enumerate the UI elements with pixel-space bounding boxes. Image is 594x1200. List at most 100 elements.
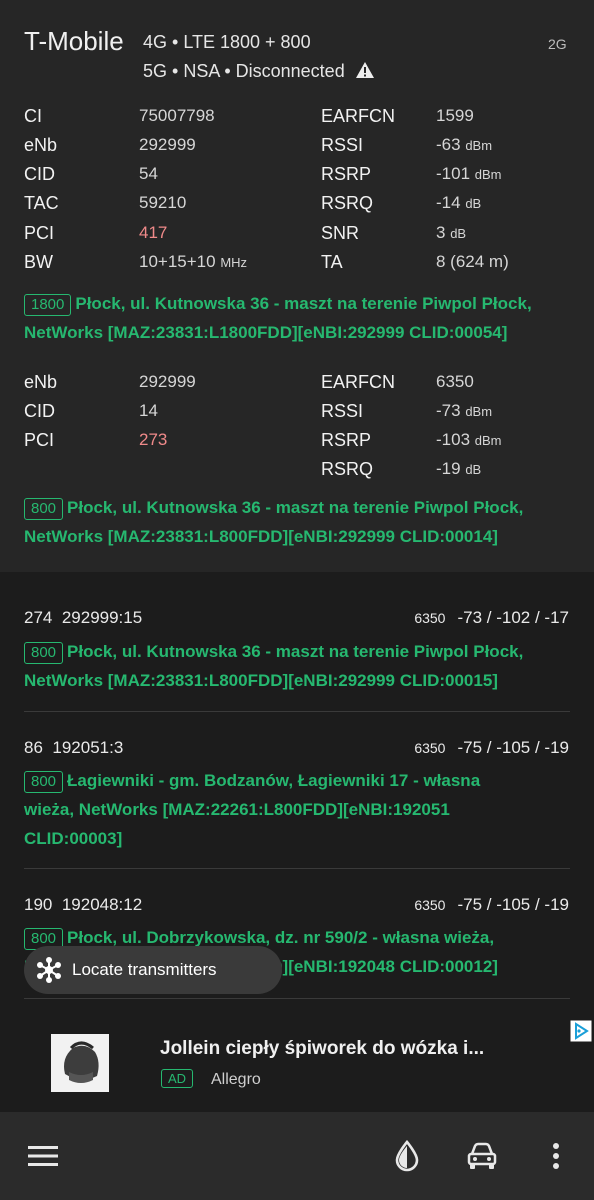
neighbor-signal: 6350 -75 / -105 / -19 bbox=[414, 895, 569, 915]
neighbor-location: 800 Łagiewniki - gm. Bodzanów, Łagiewniki… bbox=[24, 766, 580, 853]
cell1-value-enb: 292999 bbox=[139, 135, 196, 154]
cell2-label-rsrq: RSRQ bbox=[321, 459, 374, 479]
cell1-label-rsrp: RSRP bbox=[321, 164, 372, 184]
cell1-value-tac: 59210 bbox=[139, 193, 187, 212]
cell1-location-text1: Płock, ul. Kutnowska 36 - maszt na teren… bbox=[75, 294, 532, 313]
ad-product-image bbox=[51, 1034, 109, 1092]
cell2-label-earfcn: EARFCN bbox=[321, 372, 396, 392]
cell2-label-cid: CID bbox=[24, 401, 55, 421]
warning-icon bbox=[355, 61, 375, 84]
cell1-value-bw: 10+15+10 MHz bbox=[139, 252, 247, 272]
cell2-location[interactable]: 800 Płock, ul. Kutnowska 36 - maszt na te… bbox=[24, 493, 580, 551]
neighbor-signal: 6350 -75 / -105 / -19 bbox=[414, 738, 569, 758]
cell1-label-pci: PCI bbox=[24, 223, 55, 243]
neighbor-location-line2: wieża, NetWorks [MAZ:22261:L800FDD][eNBI… bbox=[24, 800, 450, 819]
neighbor-cell-id: 192048:12 bbox=[61, 895, 143, 914]
neighbor-signal-values: -75 / -105 / -19 bbox=[457, 895, 569, 914]
cell1-location-line1: 1800 Płock, ul. Kutnowska 36 - maszt na t… bbox=[24, 289, 580, 318]
neighbor-id: 274 292999:15 bbox=[24, 608, 142, 628]
snr-unit: dB bbox=[450, 226, 467, 241]
neighbor-cell-id: 292999:15 bbox=[61, 608, 143, 627]
rsrq-value: -19 bbox=[436, 459, 461, 478]
cell1-label-tac: TAC bbox=[24, 193, 59, 213]
divider bbox=[24, 711, 570, 712]
cell1-value-ta: 8 (624 m) bbox=[436, 252, 509, 271]
transmitters-icon bbox=[36, 957, 62, 983]
bw-value: 10+15+10 bbox=[139, 252, 216, 271]
adchoices-icon[interactable] bbox=[570, 1020, 592, 1042]
car-icon[interactable] bbox=[466, 1142, 498, 1175]
cell1-value-snr: 3 dB bbox=[436, 223, 466, 243]
cell2-location-line2: NetWorks [MAZ:23831:L800FDD][eNBI:292999… bbox=[24, 527, 498, 546]
divider bbox=[24, 868, 570, 869]
rssi-unit: dBm bbox=[465, 404, 493, 419]
cell1-label-ci: CI bbox=[24, 106, 42, 126]
drop-icon[interactable] bbox=[394, 1139, 420, 1177]
cell1-label-rssi: RSSI bbox=[321, 135, 364, 155]
divider bbox=[24, 998, 570, 999]
rssi-value: -73 bbox=[436, 401, 461, 420]
menu-icon[interactable] bbox=[28, 1144, 58, 1173]
nr-status: 5G • NSA • Disconnected bbox=[143, 61, 345, 81]
cell2-label-enb: eNb bbox=[24, 372, 58, 392]
rssi-value: -63 bbox=[436, 135, 461, 154]
neighbor-earfcn: 6350 bbox=[414, 897, 446, 913]
more-vert-icon[interactable] bbox=[551, 1142, 561, 1175]
neighbor-signal-values: -75 / -105 / -19 bbox=[457, 738, 569, 757]
cell1-label-ta: TA bbox=[321, 252, 343, 272]
cell1-value-ci: 75007798 bbox=[139, 106, 215, 125]
locate-transmitters-button[interactable]: Locate transmitters bbox=[24, 946, 282, 994]
neighbor-location-line1: 800 Łagiewniki - gm. Bodzanów, Łagiewniki… bbox=[24, 766, 580, 795]
cell1-label-rsrq: RSRQ bbox=[321, 193, 374, 213]
cell2-value-cid: 14 bbox=[139, 401, 158, 420]
cell1-value-cid: 54 bbox=[139, 164, 158, 183]
neighbor-pci: 190 bbox=[24, 895, 53, 914]
cell2-label-rssi: RSSI bbox=[321, 401, 364, 421]
band-badge: 800 bbox=[24, 771, 64, 793]
rssi-unit: dBm bbox=[465, 138, 493, 153]
neighbor-earfcn: 6350 bbox=[414, 740, 446, 756]
neighbor-location-text1: Płock, ul. Kutnowska 36 - maszt na teren… bbox=[67, 642, 524, 661]
serving-cell-panel: T-Mobile 4G • LTE 1800 + 800 5G • NSA • … bbox=[0, 0, 594, 572]
neighbor-cell-id: 192051:3 bbox=[52, 738, 124, 757]
cell2-value-rssi: -73 dBm bbox=[436, 401, 492, 421]
cell2-value-rsrq: -19 dB bbox=[436, 459, 481, 479]
cell1-location-line2: NetWorks [MAZ:23831:L1800FDD][eNBI:29299… bbox=[24, 323, 508, 342]
rsrq-unit: dB bbox=[465, 196, 482, 211]
cell1-label-snr: SNR bbox=[321, 223, 360, 243]
ad-title: Jollein ciepły śpiworek do wózka i... bbox=[160, 1038, 485, 1059]
cell2-location-line1: 800 Płock, ul. Kutnowska 36 - maszt na te… bbox=[24, 493, 580, 522]
cell1-value-earfcn: 1599 bbox=[436, 106, 474, 125]
rsrp-value: -103 bbox=[436, 430, 471, 449]
network-2g-tag: 2G bbox=[548, 36, 567, 52]
rsrp-unit: dBm bbox=[474, 433, 502, 448]
cell2-label-rsrp: RSRP bbox=[321, 430, 372, 450]
band-badge: 800 bbox=[24, 642, 64, 664]
cell1-location[interactable]: 1800 Płock, ul. Kutnowska 36 - maszt na t… bbox=[24, 289, 580, 347]
cell2-value-pci: 273 bbox=[139, 430, 168, 449]
neighbor-pci: 86 bbox=[24, 738, 43, 757]
cell1-value-rssi: -63 dBm bbox=[436, 135, 492, 155]
cell1-label-bw: BW bbox=[24, 252, 53, 272]
rsrq-unit: dB bbox=[465, 462, 482, 477]
cell1-label-cid: CID bbox=[24, 164, 55, 184]
bw-unit: MHz bbox=[220, 255, 248, 270]
ad-banner[interactable]: Jollein ciepły śpiworek do wózka i... AD… bbox=[0, 1016, 594, 1112]
neighbor-id: 86 192051:3 bbox=[24, 738, 123, 758]
snr-value: 3 bbox=[436, 223, 446, 242]
neighbor-signal-values: -73 / -102 / -17 bbox=[457, 608, 569, 627]
cell2-value-enb: 292999 bbox=[139, 372, 196, 391]
band-badge: 1800 bbox=[24, 294, 72, 316]
neighbor-earfcn: 6350 bbox=[414, 610, 446, 626]
neighbor-location-text1: Płock, ul. Dobrzykowska, dz. nr 590/2 - … bbox=[67, 928, 495, 947]
ad-badge: AD bbox=[161, 1069, 194, 1088]
cell1-label-earfcn: EARFCN bbox=[321, 106, 396, 126]
neighbor-location-text1: Łagiewniki - gm. Bodzanów, Łagiewniki 17… bbox=[67, 771, 481, 790]
neighbor-signal: 6350 -73 / -102 / -17 bbox=[414, 608, 569, 628]
rsrp-value: -101 bbox=[436, 164, 471, 183]
cell2-value-rsrp: -103 dBm bbox=[436, 430, 502, 450]
cell2-label-pci: PCI bbox=[24, 430, 55, 450]
cell1-label-enb: eNb bbox=[24, 135, 58, 155]
operator-name: T-Mobile bbox=[24, 26, 124, 56]
fab-label: Locate transmitters bbox=[72, 960, 217, 979]
